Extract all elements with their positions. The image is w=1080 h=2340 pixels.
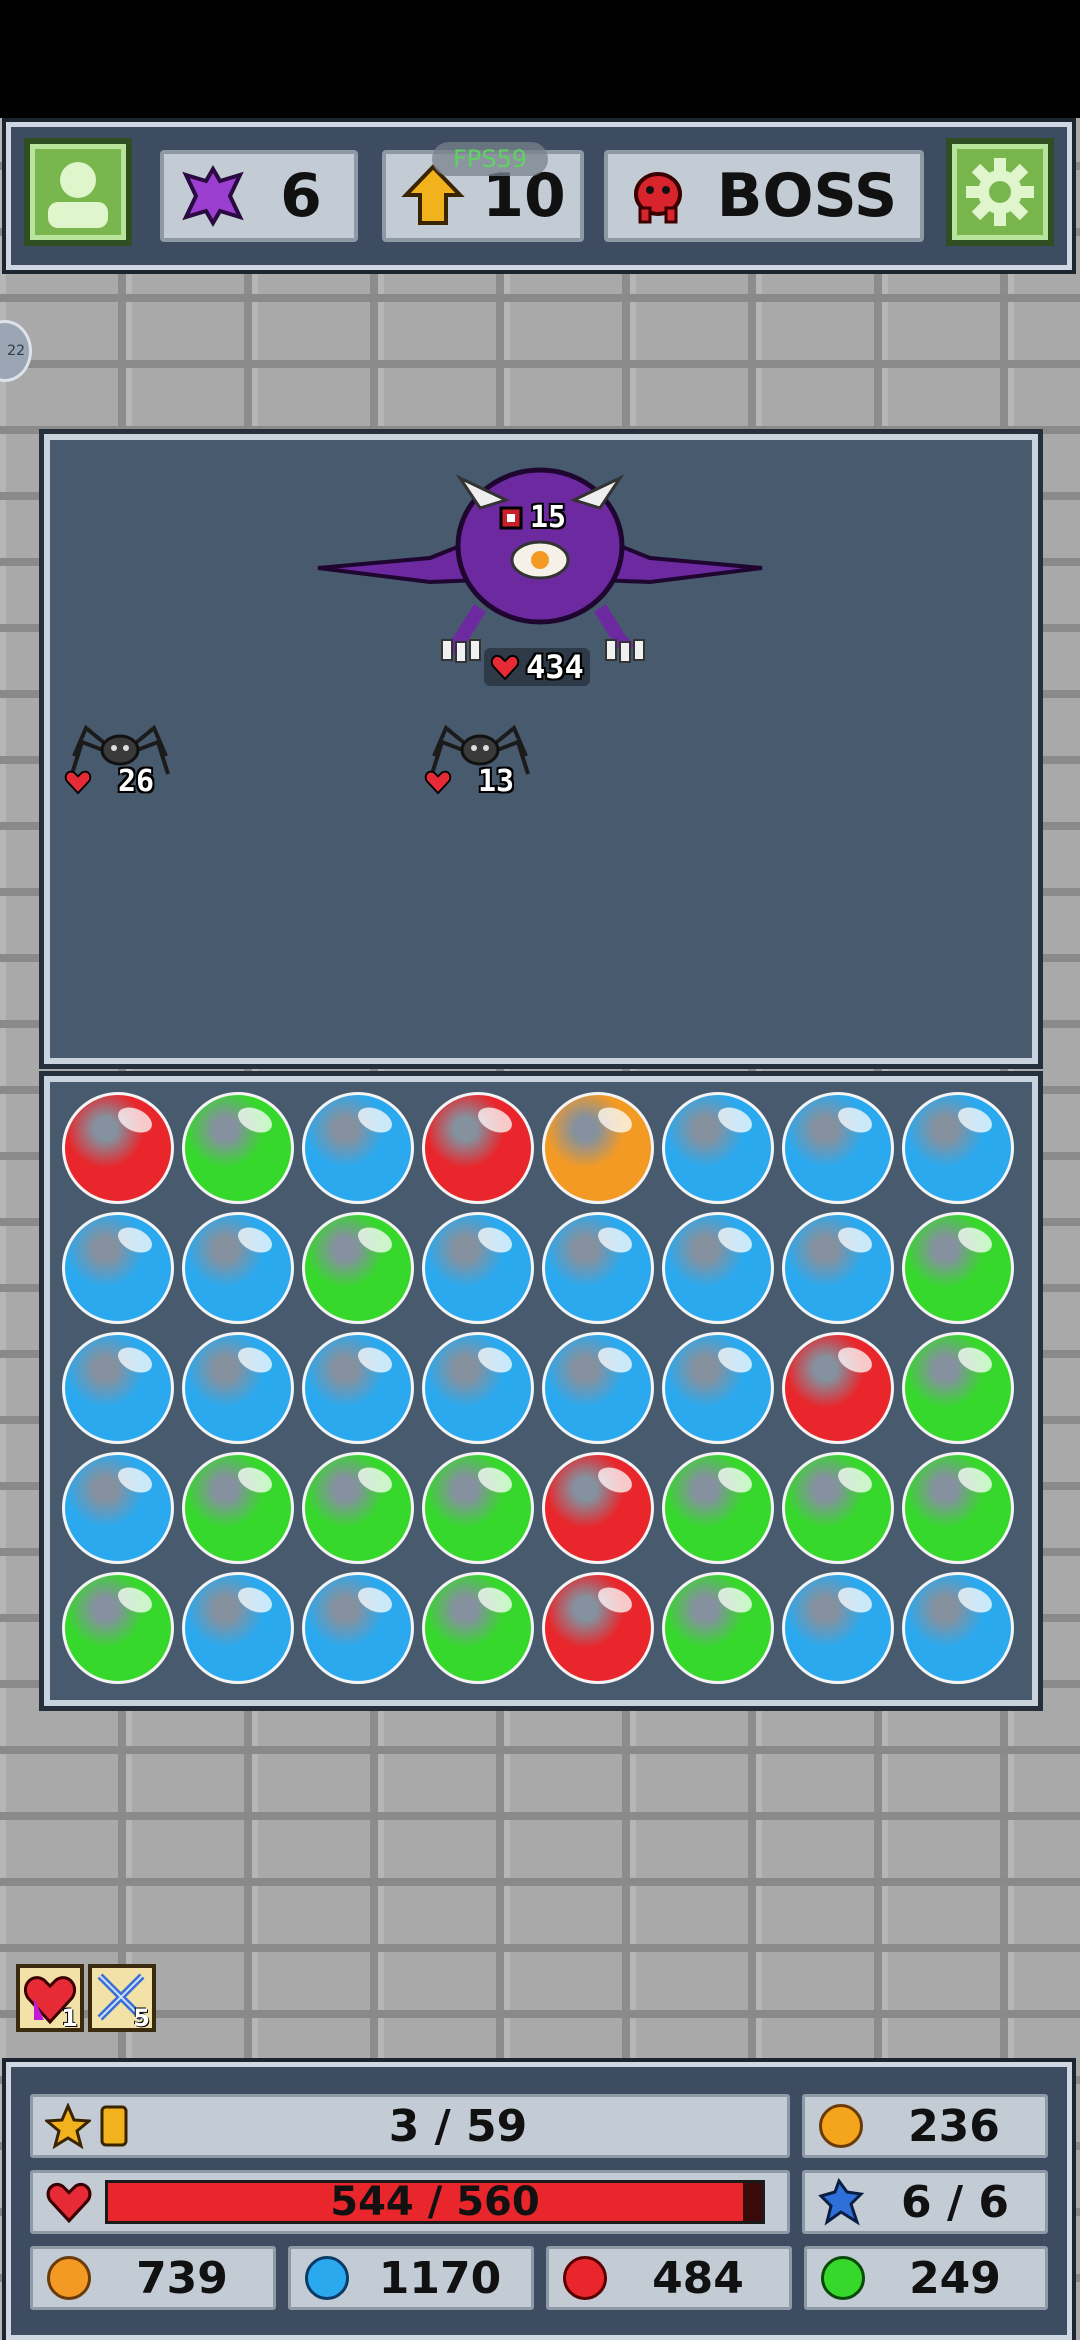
red-monster-icon (634, 172, 682, 224)
exp-bar-icon (100, 2105, 128, 2147)
gold-coin-icon (819, 2104, 863, 2148)
green-orb[interactable] (662, 1572, 774, 1684)
green-orb[interactable] (62, 1572, 174, 1684)
green-orb[interactable] (902, 1212, 1014, 1324)
moves-cell: 6 / 6 (802, 2170, 1048, 2234)
item-count: 5 (133, 2004, 150, 2032)
enemy-hp-value: 13 (478, 764, 515, 799)
red-orb-count-cell: 484 (546, 2246, 792, 2310)
enemy-hp-tag: 26 (64, 764, 154, 799)
blue-orb[interactable] (542, 1212, 654, 1324)
green-orb-count: 249 (909, 2252, 1001, 2304)
red-orb[interactable] (62, 1092, 174, 1204)
blue-orb[interactable] (782, 1092, 894, 1204)
exp-value: 3 / 59 (388, 2100, 528, 2152)
green-orb[interactable] (182, 1452, 294, 1564)
star-icon (45, 2103, 91, 2149)
enemy-hp-value: 26 (118, 764, 155, 799)
side-tab-label: 22 (7, 343, 25, 359)
enemy-hp-tag: 13 (424, 764, 514, 799)
red-orb[interactable] (422, 1092, 534, 1204)
shards-chip: 6 (160, 150, 358, 242)
blue-orb[interactable] (902, 1092, 1014, 1204)
red-orb-count: 484 (652, 2252, 744, 2304)
orange-orb-count-cell: 739 (30, 2246, 276, 2310)
blue-orb[interactable] (782, 1212, 894, 1324)
shards-count: 6 (280, 161, 322, 231)
green-orb[interactable] (422, 1572, 534, 1684)
settings-button[interactable] (946, 138, 1054, 246)
blue-orb[interactable] (182, 1332, 294, 1444)
item-count: 1 (61, 2004, 78, 2032)
item-slot-heart-potion[interactable]: 1 (16, 1964, 84, 2032)
blue-orb[interactable] (422, 1332, 534, 1444)
hp-bar: 544 / 560 (105, 2180, 765, 2224)
blue-orb-count: 1170 (378, 2252, 502, 2304)
orange-orb-count: 739 (136, 2252, 228, 2304)
blue-orb[interactable] (782, 1572, 894, 1684)
green-orb[interactable] (182, 1092, 294, 1204)
gold-value: 236 (908, 2100, 1000, 2152)
heart-icon (424, 770, 452, 795)
blue-orb[interactable] (62, 1452, 174, 1564)
orange-orb[interactable] (542, 1092, 654, 1204)
blue-orb[interactable] (662, 1332, 774, 1444)
green-orb[interactable] (422, 1452, 534, 1564)
attack-target-icon (499, 506, 523, 529)
stage-chip: BOSS (604, 150, 924, 242)
blue-orb-icon (305, 2256, 349, 2300)
blue-orb[interactable] (182, 1212, 294, 1324)
person-icon (48, 162, 108, 228)
fps-counter: FPS59 (432, 142, 548, 176)
gear-icon (966, 158, 1034, 226)
green-orb[interactable] (662, 1452, 774, 1564)
heart-icon (64, 770, 92, 795)
gold-cell: 236 (802, 2094, 1048, 2158)
blue-boot-icon (818, 2178, 865, 2226)
heart-icon (490, 654, 520, 681)
green-orb[interactable] (782, 1452, 894, 1564)
boss-hp-value: 434 (526, 648, 584, 686)
blue-orb[interactable] (62, 1212, 174, 1324)
orange-orb-icon (47, 2256, 91, 2300)
blue-orb[interactable] (302, 1332, 414, 1444)
stage-label: BOSS (716, 161, 898, 231)
status-bar (0, 0, 1080, 118)
blue-orb[interactable] (302, 1572, 414, 1684)
blue-orb[interactable] (662, 1092, 774, 1204)
blue-orb[interactable] (662, 1212, 774, 1324)
red-orb-icon (563, 2256, 607, 2300)
hp-cell: 544 / 560 (30, 2170, 790, 2234)
blue-orb[interactable] (302, 1092, 414, 1204)
blue-orb[interactable] (542, 1332, 654, 1444)
red-orb[interactable] (542, 1572, 654, 1684)
red-orb[interactable] (782, 1332, 894, 1444)
blue-orb[interactable] (182, 1572, 294, 1684)
green-orb-count-cell: 249 (804, 2246, 1048, 2310)
blue-orb[interactable] (902, 1572, 1014, 1684)
exp-cell: 3 / 59 (30, 2094, 790, 2158)
red-orb[interactable] (542, 1452, 654, 1564)
moves-value: 6 / 6 (901, 2176, 1009, 2228)
green-orb[interactable] (302, 1452, 414, 1564)
profile-button[interactable] (24, 138, 132, 246)
boss-hp-tag: 434 (484, 648, 590, 686)
purple-shard-icon (182, 165, 244, 227)
green-orb-icon (821, 2256, 865, 2300)
green-orb[interactable] (902, 1332, 1014, 1444)
blue-orb[interactable] (62, 1332, 174, 1444)
hp-value: 544 / 560 (330, 2179, 540, 2225)
blue-orb[interactable] (422, 1212, 534, 1324)
blue-orb-count-cell: 1170 (288, 2246, 534, 2310)
green-orb[interactable] (302, 1212, 414, 1324)
boss-attack-tag: 15 (498, 500, 566, 535)
boss-attack-value: 15 (530, 500, 567, 535)
item-slot-crossed-swords[interactable]: 5 (88, 1964, 156, 2032)
heart-icon (46, 2182, 92, 2224)
green-orb[interactable] (902, 1452, 1014, 1564)
